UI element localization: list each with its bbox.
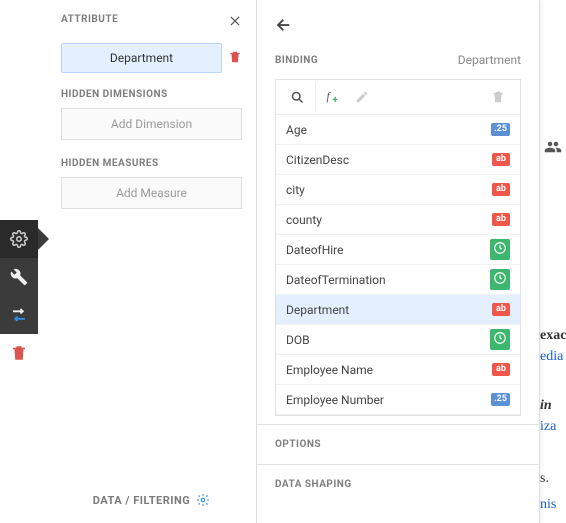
field-row-dob[interactable]: DOB [276,325,520,355]
field-name: city [286,183,305,197]
data-shaping-section[interactable]: DATA SHAPING [257,464,539,504]
field-type-badge: .25 [491,123,510,136]
field-row-employee-number[interactable]: Employee Number .25 [276,385,520,415]
field-name: DateofHire [286,243,344,257]
field-type-badge: ab [492,213,510,226]
field-name: county [286,213,322,227]
background-content: exac edia in iza s. nis [540,0,566,523]
add-function-button[interactable]: f+ [320,83,348,111]
bg-link: nis [540,494,556,515]
delete-field-button [484,83,512,111]
tools-tab[interactable] [0,258,38,296]
svg-text:f: f [327,91,332,103]
pencil-icon [355,90,369,104]
field-name: Department [286,303,349,317]
field-type-badge: ab [492,153,510,166]
attribute-panel: ATTRIBUTE Department HIDDEN DIMENSIONS A… [47,0,257,523]
field-row-city[interactable]: city ab [276,175,520,205]
arrow-left-icon [275,16,293,34]
close-icon [228,14,242,28]
bg-link: edia [540,346,563,367]
field-row-age[interactable]: Age .25 [276,115,520,145]
bg-link: iza [540,416,556,437]
field-row-citizendesc[interactable]: CitizenDesc ab [276,145,520,175]
data-filtering-button[interactable]: DATA / FILTERING [47,493,256,507]
search-button[interactable] [284,83,316,111]
fx-plus-icon: f+ [325,88,343,106]
side-toolbar [0,220,38,372]
options-section[interactable]: OPTIONS [257,424,539,464]
binding-title: BINDING [275,55,318,66]
arrows-icon [10,306,28,324]
field-name: CitizenDesc [286,153,349,167]
wrench-icon [10,268,28,286]
data-filtering-label: DATA / FILTERING [93,494,190,507]
field-row-dateoftermination[interactable]: DateofTermination [276,265,520,295]
field-name: DOB [286,333,310,347]
binding-panel: BINDING Department f+ Age .25 CitizenDesc a… [257,0,540,523]
field-name: Employee Number [286,393,384,407]
attribute-pill-department[interactable]: Department [61,43,222,73]
bg-text: exac [540,325,566,346]
trash-icon [10,344,28,362]
field-name: Employee Name [286,363,373,377]
field-list[interactable]: Age .25 CitizenDesc ab city ab county ab DateofH… [276,115,520,415]
toolbar-arrow [38,228,49,250]
field-type-badge: ab [492,183,510,196]
field-row-employee-name[interactable]: Employee Name ab [276,355,520,385]
field-row-dateofhire[interactable]: DateofHire [276,235,520,265]
search-icon [290,90,305,105]
binding-field-name: Department [458,53,521,67]
field-type-badge: .25 [491,393,510,406]
gear-icon [10,230,28,248]
field-box: f+ Age .25 CitizenDesc ab city ab county ab Date… [275,79,521,416]
edit-button [348,83,376,111]
field-toolbar: f+ [276,80,520,115]
field-type-badge: ab [492,363,510,376]
field-type-badge [490,269,510,290]
field-name: DateofTermination [286,273,386,287]
field-type-badge: ab [492,303,510,316]
remove-attribute-button[interactable] [228,50,242,67]
hidden-dimensions-title: HIDDEN DIMENSIONS [61,89,242,100]
gear-icon [196,493,210,507]
svg-text:+: + [333,95,339,106]
attribute-title: ATTRIBUTE [61,14,118,25]
field-name: Age [286,123,307,137]
hidden-measures-title: HIDDEN MEASURES [61,158,242,169]
add-measure-button[interactable]: Add Measure [61,177,242,209]
trash-icon [491,90,505,104]
trash-icon [228,50,242,64]
field-type-badge [490,239,510,260]
close-button[interactable] [228,14,242,28]
field-row-department[interactable]: Department ab [276,295,520,325]
back-button[interactable] [275,23,293,37]
field-row-county[interactable]: county ab [276,205,520,235]
bg-text: in [540,395,552,416]
field-type-badge [490,329,510,350]
bg-text: s. [540,468,549,489]
people-icon [544,138,562,156]
settings-tab[interactable] [0,220,38,258]
delete-tab[interactable] [0,334,38,372]
add-dimension-button[interactable]: Add Dimension [61,108,242,140]
connect-tab[interactable] [0,296,38,334]
